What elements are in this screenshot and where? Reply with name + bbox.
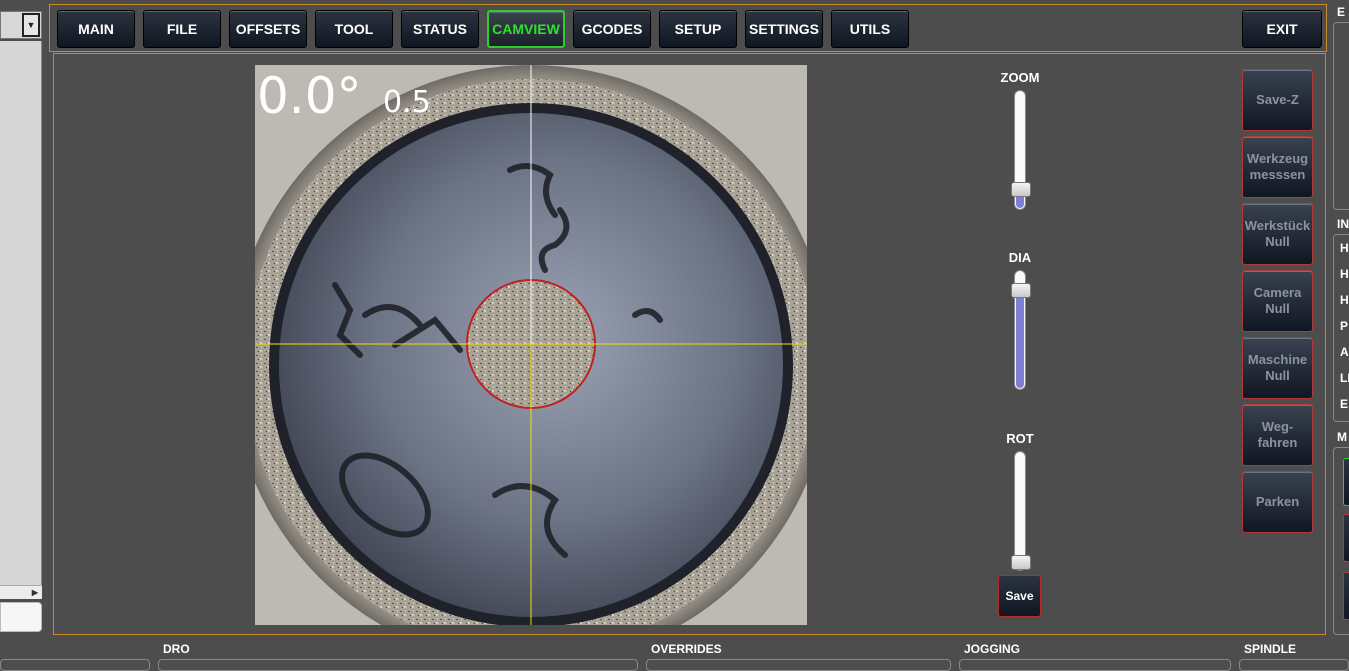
right-panel-top-box [1333,22,1349,210]
horizontal-scrollbar[interactable]: ▶ [0,585,42,599]
dia-slider-handle[interactable] [1011,283,1031,299]
info-line: H [1340,267,1349,281]
info-line: LI [1340,371,1349,385]
side-button-save-z[interactable]: Save-Z [1242,69,1313,131]
info-line: E [1340,397,1349,411]
tab-settings[interactable]: SETTINGS [745,10,823,48]
chevron-right-icon[interactable]: ▶ [29,587,41,598]
overrides-section-title: OVERRIDES [651,642,722,656]
right-panel-button-2[interactable] [1343,514,1349,562]
rotation-angle-readout: 0.0° [257,67,362,125]
right-panel-button-3[interactable] [1343,572,1349,620]
file-list[interactable] [0,41,42,599]
tab-main[interactable]: MAIN [57,10,135,48]
camera-image [255,65,807,625]
mdi-input[interactable] [0,602,42,632]
zoom-slider-label: ZOOM [1000,70,1040,85]
tab-tool[interactable]: TOOL [315,10,393,48]
tab-file[interactable]: FILE [143,10,221,48]
zoom-readout: 0.5 [383,85,431,120]
side-button-maschine[interactable]: Maschine Null [1242,337,1313,399]
overrides-section-box [646,659,951,671]
dia-slider[interactable] [1011,270,1031,390]
dia-slider-fill [1016,290,1024,388]
side-button-werkzeug[interactable]: Werkzeug messsen [1242,136,1313,198]
spindle-section-title: SPINDLE [1244,642,1297,656]
zoom-slider-handle[interactable] [1011,181,1031,197]
info-line: A [1340,345,1349,359]
right-panel-button-1[interactable] [1343,458,1349,506]
right-panel-top-title: E [1337,5,1346,19]
dro-section-title: DRO [163,642,190,656]
info-line: H [1340,241,1349,255]
rot-slider-handle[interactable] [1011,555,1031,570]
info-line: P [1340,319,1349,333]
side-button-weg-[interactable]: Weg- fahren [1242,404,1313,466]
right-panel-info-title: IN [1337,217,1349,231]
rot-slider-label: ROT [1006,431,1034,446]
spindle-section-box [1239,659,1349,671]
dro-section-box [158,659,638,671]
save-button[interactable]: Save [998,575,1041,617]
side-button-camera[interactable]: Camera Null [1242,270,1313,332]
side-button-werkstück[interactable]: Werkstück Null [1242,203,1313,265]
bottom-box-left [0,659,150,671]
side-button-parken[interactable]: Parken [1242,471,1313,533]
tab-camview[interactable]: CAMVIEW [487,10,565,48]
jogging-section-title: JOGGING [964,642,1021,656]
right-panel-bottom-title: M [1337,430,1347,444]
dia-slider-label: DIA [1008,250,1032,265]
tab-offsets[interactable]: OFFSETS [229,10,307,48]
rot-slider[interactable] [1011,451,1031,571]
tab-status[interactable]: STATUS [401,10,479,48]
camera-view[interactable]: 0.0° 0.5 [255,65,807,625]
left-panel: ▼ ▶ [0,0,46,636]
jogging-section-box [959,659,1231,671]
chevron-down-icon[interactable]: ▼ [22,13,40,37]
tab-gcodes[interactable]: GCODES [573,10,651,48]
tab-utils[interactable]: UTILS [831,10,909,48]
tab-setup[interactable]: SETUP [659,10,737,48]
info-line: H [1340,293,1349,307]
file-combo-box[interactable]: ▼ [0,11,42,39]
zoom-slider[interactable] [1011,90,1031,210]
exit-button[interactable]: EXIT [1242,10,1322,48]
